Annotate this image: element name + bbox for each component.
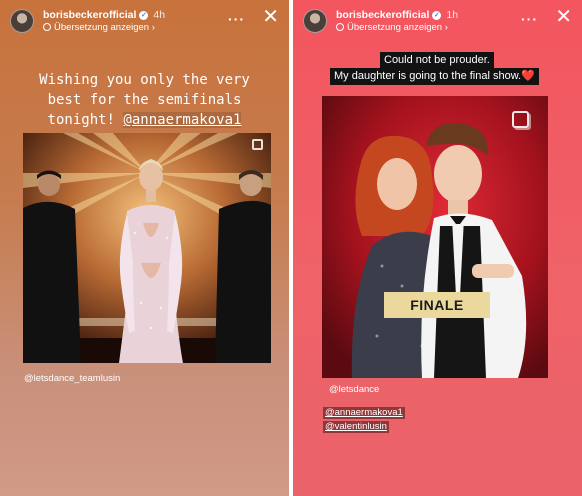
story-time: 4h — [153, 9, 166, 21]
more-options-icon[interactable]: ··· — [228, 11, 245, 27]
more-options-icon[interactable]: ··· — [521, 11, 538, 27]
quote-line-2: My daughter is going to the final show.❤… — [330, 68, 539, 85]
mention-link[interactable]: @annaermakova1 — [123, 112, 242, 128]
caption-line: Wishing you only the very — [39, 72, 250, 88]
story-header: borisbeckerofficial ✓ 1h Übersetzung anzei… — [303, 7, 574, 34]
chevron-right-icon: › — [444, 22, 448, 33]
username[interactable]: borisbeckerofficial ✓ 1h — [336, 9, 458, 21]
finale-photo-illustration — [322, 96, 548, 378]
photo-source-tag[interactable]: @letsdance_teamlusin — [24, 373, 120, 384]
chevron-right-icon: › — [151, 22, 155, 33]
dance-photo — [23, 133, 271, 363]
quote-line-1: Could not be prouder. — [380, 52, 494, 69]
verified-badge-icon: ✓ — [139, 11, 149, 20]
globe-icon — [336, 23, 344, 31]
username[interactable]: borisbeckerofficial ✓ 4h — [43, 9, 165, 21]
avatar[interactable] — [10, 9, 34, 33]
translate-label[interactable]: Übersetzung anzeigen — [54, 22, 149, 33]
verified-badge-icon: ✓ — [432, 11, 442, 20]
avatar[interactable] — [303, 9, 327, 33]
caption-text: tonight! — [47, 112, 115, 128]
story-left[interactable]: borisbeckerofficial ✓ 4h Übersetzung anzei… — [0, 0, 289, 496]
translate-link[interactable]: Übersetzung anzeigen › — [336, 22, 448, 33]
caption-line: tonight! @annaermakova1 — [20, 110, 269, 130]
story-time: 1h — [446, 9, 459, 21]
translate-label[interactable]: Übersetzung anzeigen — [347, 22, 442, 33]
multi-photo-icon — [512, 111, 529, 128]
mention-tag[interactable]: @annaermakova1 — [323, 407, 405, 419]
quote-text: My daughter is going to the final show. — [334, 70, 522, 82]
globe-icon — [43, 23, 51, 31]
story-caption: Wishing you only the very best for the s… — [20, 70, 269, 130]
finale-sticker: FINALE — [384, 292, 490, 318]
heart-emoji-icon: ❤️ — [521, 70, 535, 82]
story-header: borisbeckerofficial ✓ 4h Übersetzung anzei… — [10, 7, 281, 34]
close-icon[interactable]: ✕ — [555, 7, 572, 27]
close-icon[interactable]: ✕ — [262, 7, 279, 27]
finale-photo — [322, 96, 548, 378]
multi-photo-icon — [252, 139, 263, 150]
dance-photo-illustration — [23, 133, 271, 363]
caption-line: best for the semifinals — [47, 92, 242, 108]
username-text[interactable]: borisbeckerofficial — [43, 9, 136, 21]
translate-link[interactable]: Übersetzung anzeigen › — [43, 22, 155, 33]
source-tag[interactable]: @letsdance — [329, 384, 379, 395]
username-text[interactable]: borisbeckerofficial — [336, 9, 429, 21]
mention-tag[interactable]: @valentinlusin — [323, 421, 389, 433]
